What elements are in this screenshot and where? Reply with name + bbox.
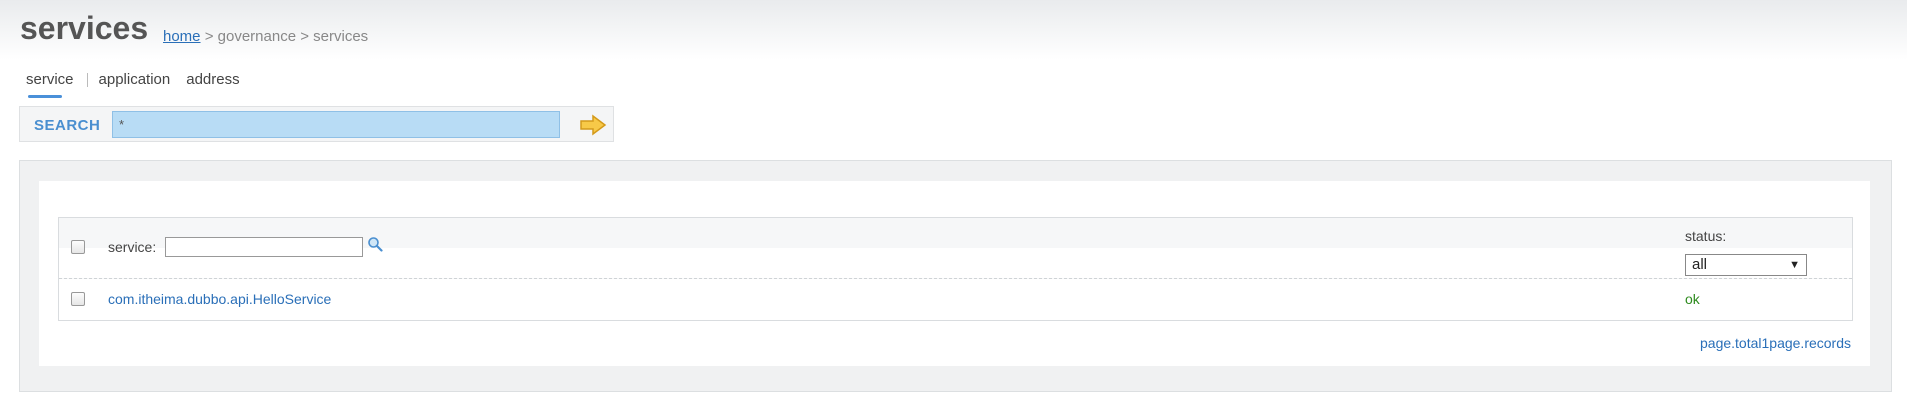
services-panel: service: status: all ▼ com.itheima.dubbo… xyxy=(19,160,1892,392)
breadcrumb-home-link[interactable]: home xyxy=(163,28,201,45)
breadcrumb-separator: > xyxy=(296,28,314,45)
breadcrumb-current: services xyxy=(313,28,369,45)
status-filter-value: all xyxy=(1692,256,1708,273)
page-title: services xyxy=(20,10,149,46)
pagination-info[interactable]: page.total1page.records xyxy=(1700,335,1851,351)
service-column-label: service: xyxy=(108,239,157,255)
search-label: SEARCH xyxy=(34,117,101,134)
tab-address[interactable]: address xyxy=(184,71,241,88)
table-header: service: status: all ▼ xyxy=(59,218,1852,279)
breadcrumb-governance: governance xyxy=(217,28,297,45)
tab-application[interactable]: application xyxy=(97,71,173,88)
search-input[interactable] xyxy=(112,111,560,138)
status-column-label: status: xyxy=(1685,228,1727,244)
search-bar: SEARCH xyxy=(19,106,614,142)
row-checkbox[interactable] xyxy=(71,292,85,306)
status-filter-select[interactable]: all ▼ xyxy=(1685,254,1807,276)
magnifier-icon[interactable] xyxy=(367,236,383,252)
view-tabs: service application address xyxy=(24,71,242,98)
breadcrumb: home > governance > services xyxy=(163,28,368,45)
breadcrumb-separator: > xyxy=(200,28,218,45)
tab-divider xyxy=(86,72,88,87)
service-status: ok xyxy=(1685,291,1700,307)
arrow-right-icon[interactable] xyxy=(579,114,607,136)
service-filter-input[interactable] xyxy=(165,237,363,257)
caret-down-icon: ▼ xyxy=(1789,259,1800,271)
select-all-checkbox[interactable] xyxy=(71,240,85,254)
services-table: service: status: all ▼ com.itheima.dubbo… xyxy=(58,217,1853,321)
services-content: service: status: all ▼ com.itheima.dubbo… xyxy=(39,181,1870,366)
tab-service[interactable]: service xyxy=(24,71,76,98)
service-link[interactable]: com.itheima.dubbo.api.HelloService xyxy=(108,291,331,307)
